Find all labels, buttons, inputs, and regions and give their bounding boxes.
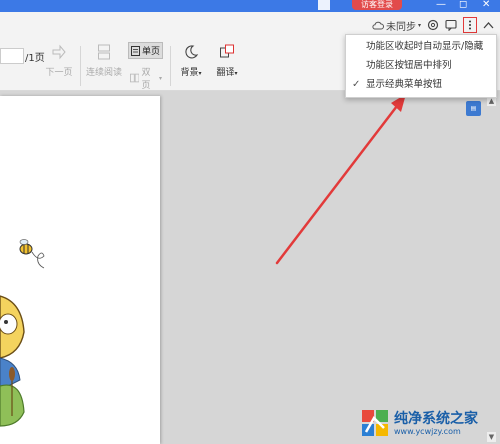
watermark-title: 纯净系统之家 [394, 410, 478, 427]
divider [80, 46, 81, 86]
next-page-label: 下一页 [45, 68, 73, 78]
next-page-button[interactable]: 下一页 [44, 44, 74, 78]
menu-item-center-buttons[interactable]: 功能区按钮居中排列 [346, 56, 496, 75]
close-icon[interactable]: ✕ [482, 0, 490, 10]
ribbon-tools: /1页 下一页 连续阅读 单页 双页 ▾ 背景▾ 翻译▾ [0, 42, 340, 91]
double-page-button[interactable]: 双页 ▾ [128, 64, 164, 92]
menu-item-classic-menu[interactable]: ✓ 显示经典菜单按钮 [346, 75, 496, 94]
chevron-down-icon: ▾ [417, 21, 421, 29]
ribbon-top-actions: 未同步 ▾ [372, 16, 494, 34]
menu-item-auto-show-hide[interactable]: 功能区收起时自动显示/隐藏 [346, 37, 496, 56]
menu-item-label: 功能区收起时自动显示/隐藏 [366, 41, 484, 52]
cloud-icon [372, 21, 384, 29]
side-panel-icon[interactable]: ▤ [466, 101, 481, 116]
more-options-button[interactable] [463, 17, 477, 33]
translate-label: 翻译▾ [216, 68, 238, 78]
translate-button[interactable]: 翻译▾ [210, 44, 244, 78]
document-page [0, 96, 160, 444]
double-page-icon [130, 73, 140, 83]
watermark-text: 纯净系统之家 www.ycwjzy.com [394, 411, 478, 436]
double-page-label: 双页 [141, 68, 151, 91]
more-vertical-icon [469, 20, 471, 30]
collapse-ribbon-icon[interactable] [483, 21, 494, 29]
sync-label: 未同步 [385, 21, 416, 33]
watermark: 纯净系统之家 www.ycwjzy.com [360, 405, 496, 441]
bee-icon [19, 239, 45, 269]
sync-button[interactable]: 未同步 ▾ [372, 18, 421, 33]
background-label: 背景▾ [180, 68, 202, 78]
arrow-right-icon [52, 44, 66, 60]
single-page-button[interactable]: 单页 [128, 42, 164, 59]
app-icon [318, 0, 330, 10]
watermark-logo-icon [362, 410, 388, 436]
chevron-down-icon: ▾ [158, 74, 162, 82]
guest-login-button[interactable]: 访客登录 [352, 0, 402, 10]
watermark-url: www.ycwjzy.com [394, 426, 461, 436]
cartoon-character [0, 295, 25, 427]
restore-icon[interactable]: ◻ [459, 0, 467, 10]
single-page-label: 单页 [142, 47, 161, 57]
continuous-read-button[interactable]: 连续阅读 [82, 44, 126, 78]
menu-item-label: 显示经典菜单按钮 [366, 79, 443, 90]
moon-icon [185, 45, 199, 59]
continuous-read-label: 连续阅读 [85, 68, 122, 78]
minimize-icon[interactable]: — [436, 0, 446, 10]
title-bar: 访客登录 — ◻ ✕ [0, 0, 500, 12]
gear-icon[interactable] [427, 19, 439, 31]
comment-icon[interactable] [445, 19, 457, 31]
more-options-dropdown: 功能区收起时自动显示/隐藏 功能区按钮居中排列 ✓ 显示经典菜单按钮 [345, 34, 497, 98]
page-total: /1页 [25, 53, 45, 64]
check-icon: ✓ [352, 79, 361, 90]
page-number-input[interactable] [0, 48, 24, 64]
background-button[interactable]: 背景▾ [176, 44, 206, 78]
divider [170, 46, 171, 86]
single-page-icon [131, 45, 140, 56]
document-illustration [0, 239, 45, 427]
menu-item-label: 功能区按钮居中排列 [366, 60, 452, 71]
translate-icon [220, 44, 234, 58]
continuous-read-icon [98, 44, 110, 60]
